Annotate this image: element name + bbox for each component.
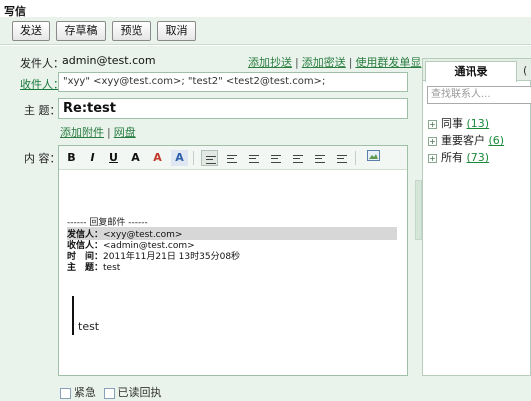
toolbar-divider <box>355 151 356 165</box>
add-cc-link[interactable]: 添加抄送 <box>248 56 292 69</box>
subject-field[interactable]: Re:test <box>58 98 408 119</box>
group-send-link[interactable]: 使用群发单显 <box>355 56 421 69</box>
contact-search-input[interactable]: 查找联系人... <box>427 86 531 104</box>
add-bcc-link[interactable]: 添加密送 <box>302 56 346 69</box>
add-attachment-link[interactable]: 添加附件 <box>60 126 104 139</box>
send-options: 紧急 已读回执 <box>60 384 166 400</box>
group-name: 所有 <box>441 151 463 164</box>
contact-group-all[interactable]: + 所有 (73) <box>428 149 489 165</box>
lines-glyph <box>293 155 303 163</box>
link-separator: | <box>107 126 111 139</box>
lines-glyph <box>337 155 347 163</box>
lines-glyph <box>315 155 325 163</box>
link-separator: | <box>295 56 299 69</box>
contacts-tabs: 通讯录 ( <box>423 59 531 82</box>
urgent-label: 紧急 <box>74 386 96 399</box>
contacts-panel: 通讯录 ( 查找联系人... + 同事 (13) + 重要客户 (6) + 所有 (7… <box>422 58 531 376</box>
send-button[interactable]: 发送 <box>12 21 50 41</box>
lines-glyph <box>271 155 281 163</box>
expand-icon[interactable]: + <box>428 119 437 129</box>
unordered-list-icon[interactable] <box>289 150 306 166</box>
lines-glyph <box>206 156 216 164</box>
indent-icon[interactable] <box>311 150 328 166</box>
group-name: 同事 <box>441 117 463 130</box>
read-receipt-label: 已读回执 <box>117 386 162 399</box>
group-count[interactable]: (73) <box>467 151 490 164</box>
quote-key: 主 题： <box>67 263 104 273</box>
align-left-icon[interactable] <box>201 150 218 166</box>
toolbar-divider <box>193 151 194 165</box>
group-count[interactable]: (13) <box>467 117 490 130</box>
sender-value: admin@test.com <box>62 54 156 67</box>
read-receipt-checkbox[interactable] <box>103 387 115 399</box>
header-links: 添加抄送 | 添加密送 | 使用群发单显 <box>248 54 421 70</box>
expand-icon[interactable]: + <box>428 153 437 163</box>
message-body-text: test <box>78 320 100 333</box>
netdisk-link[interactable]: 网盘 <box>114 126 136 139</box>
subject-label: 主 题： <box>24 104 61 117</box>
italic-button[interactable]: I <box>84 150 101 166</box>
contact-group-key-clients[interactable]: + 重要客户 (6) <box>428 132 504 148</box>
text-caret <box>72 296 74 335</box>
lines-glyph <box>227 155 237 163</box>
bold-button[interactable]: B <box>63 150 80 166</box>
message-editor[interactable]: B I U A A A ------ 回复邮件 ------ 发信人：<xyy@… <box>58 145 408 376</box>
preview-button[interactable]: 预览 <box>112 21 151 41</box>
quote-value: test <box>103 263 121 273</box>
cancel-button[interactable]: 取消 <box>157 21 196 41</box>
tab-other[interactable]: ( <box>523 64 527 77</box>
align-right-icon[interactable] <box>245 150 262 166</box>
urgent-checkbox[interactable] <box>60 387 71 399</box>
align-center-icon[interactable] <box>223 150 240 166</box>
tab-address-book[interactable]: 通讯录 <box>425 61 517 82</box>
expand-icon[interactable]: + <box>428 136 437 146</box>
group-count[interactable]: (6) <box>489 134 505 147</box>
contact-group-colleagues[interactable]: + 同事 (13) <box>428 115 489 131</box>
group-name: 重要客户 <box>441 134 485 147</box>
top-toolbar: 发送 存草稿 预览 取消 <box>0 17 531 45</box>
quote-line: 主 题：test <box>67 260 120 273</box>
recipient-field[interactable]: "xyy" <xyy@test.com>; "test2" <test2@tes… <box>58 72 408 92</box>
panel-splitter-handle[interactable] <box>415 180 422 240</box>
attachment-links: 添加附件 | 网盘 <box>60 124 136 140</box>
editor-toolbar: B I U A A A <box>59 146 407 170</box>
image-glyph <box>367 150 380 161</box>
outdent-icon[interactable] <box>333 150 350 166</box>
underline-button[interactable]: U <box>105 150 122 166</box>
read-receipt-option[interactable]: 已读回执 <box>103 384 162 400</box>
quote-value: 2011年11月21日 13时35分08秒 <box>103 252 241 262</box>
urgent-option[interactable]: 紧急 <box>60 384 96 400</box>
font-color-button[interactable]: A <box>149 150 166 166</box>
sender-label: 发件人： <box>20 57 64 70</box>
ordered-list-icon[interactable] <box>267 150 284 166</box>
bg-color-button[interactable]: A <box>171 150 188 166</box>
insert-image-icon[interactable] <box>365 150 382 166</box>
content-label: 内 容： <box>24 152 61 165</box>
link-separator: | <box>348 56 353 69</box>
font-size-button[interactable]: A <box>127 150 144 166</box>
save-draft-button[interactable]: 存草稿 <box>56 21 106 41</box>
lines-glyph <box>249 155 259 163</box>
